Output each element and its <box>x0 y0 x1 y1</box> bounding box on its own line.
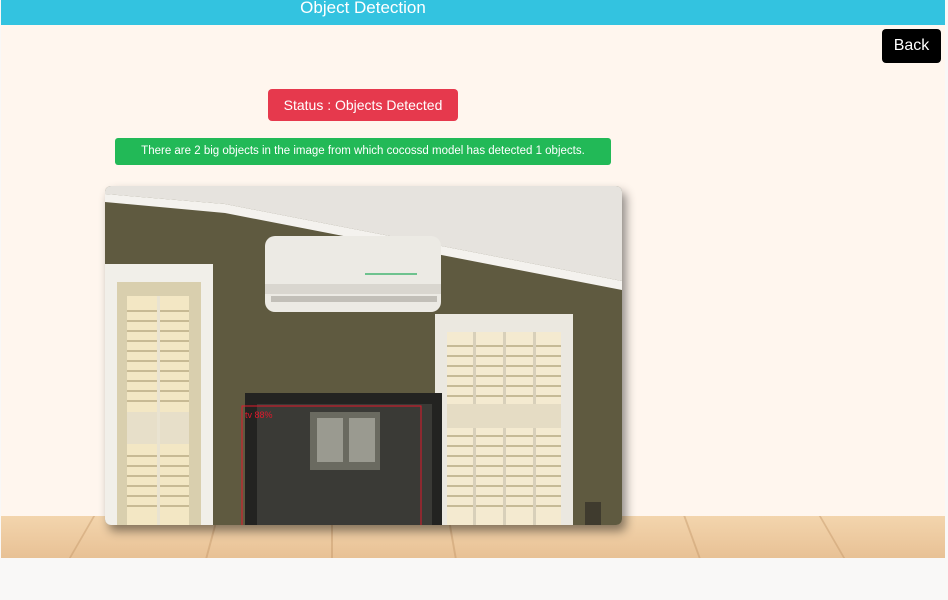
floor-plank-line <box>68 516 96 558</box>
left-window <box>105 264 213 525</box>
floor-plank-line <box>683 516 701 558</box>
right-window <box>435 314 573 525</box>
app-window: Object Detection Back Status : Objects D… <box>1 0 945 558</box>
status-badge: Status : Objects Detected <box>268 89 458 121</box>
page-title: Object Detection <box>300 0 426 17</box>
air-conditioner <box>265 236 441 312</box>
floor-plank-line <box>818 516 846 558</box>
detection-result-message: There are 2 big objects in the image fro… <box>115 138 611 165</box>
television <box>245 393 442 525</box>
app-header: Object Detection <box>1 0 945 25</box>
detection-label: tv 88% <box>245 410 273 420</box>
wall-fixture <box>585 502 601 525</box>
back-button[interactable]: Back <box>882 29 941 63</box>
detection-image: tv 88% <box>105 186 622 525</box>
